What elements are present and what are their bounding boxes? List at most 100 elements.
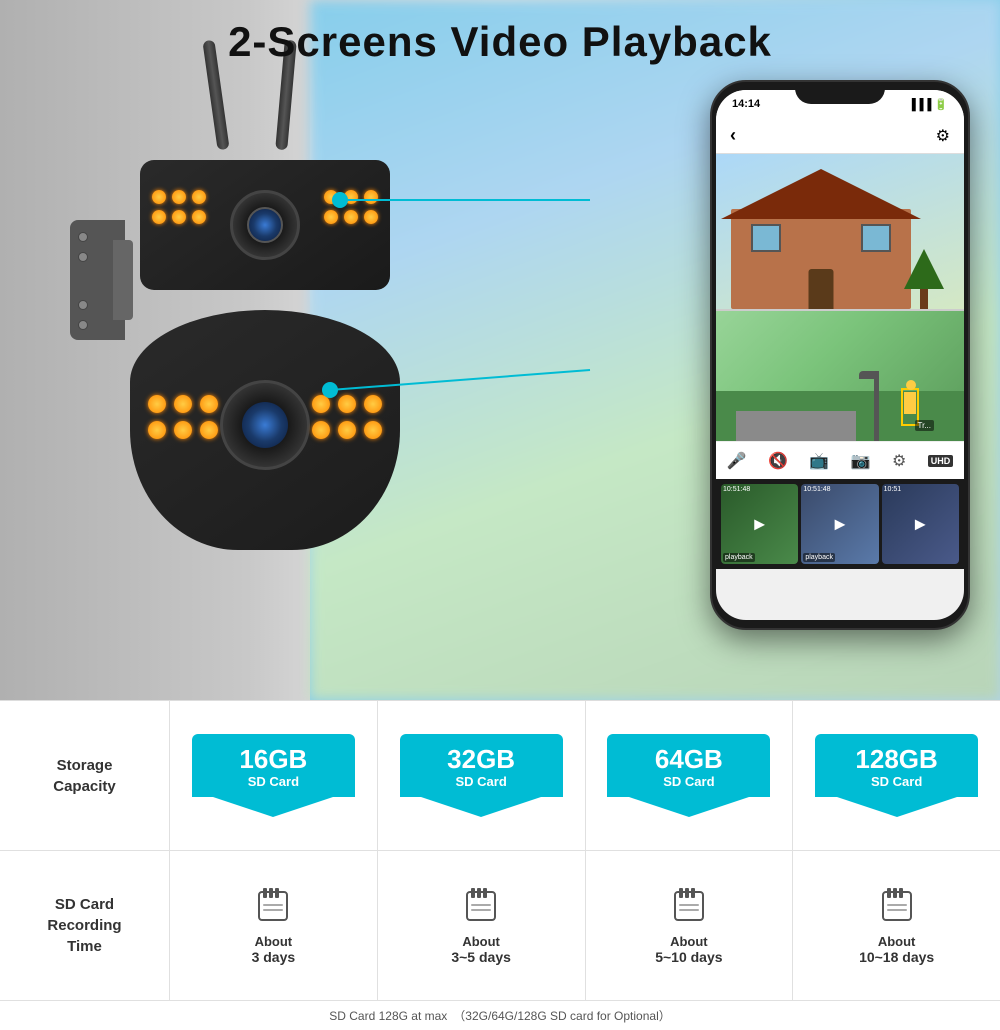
settings-button[interactable]: ⚙ (936, 126, 950, 146)
bottom-left-leds (148, 395, 218, 439)
sd-icon-4 (879, 886, 915, 930)
led-4 (152, 210, 166, 224)
led-b5 (174, 421, 192, 439)
led-10 (324, 210, 338, 224)
speaker-icon[interactable]: 🔇 (768, 451, 788, 471)
info-section: Storage Capacity 16GB SD Card (0, 700, 1000, 1000)
bottom-camera-unit (130, 310, 400, 550)
about-label-3: About (670, 934, 708, 949)
phone-notch (795, 82, 885, 104)
led-b2 (174, 395, 192, 413)
led-2 (172, 190, 186, 204)
storage-badge-32gb: 32GB SD Card (392, 724, 571, 827)
tree-1 (904, 249, 944, 309)
storage-cell-128gb: 128GB SD Card (793, 701, 1000, 850)
led-1 (152, 190, 166, 204)
storage-row: Storage Capacity 16GB SD Card (0, 701, 1000, 851)
phone-status-icons: ▐▐▐ 🔋 (908, 98, 948, 111)
led-8 (344, 190, 358, 204)
led-12 (364, 210, 378, 224)
tracking-label: Tr... (915, 420, 934, 431)
mic-icon[interactable]: 🎤 (727, 451, 747, 471)
house-door (809, 269, 834, 309)
badge-arrow-32gb (421, 797, 541, 817)
street-light-pole (874, 371, 879, 441)
recording-cell-3: About 5~10 days (586, 851, 794, 1000)
badge-body-64gb: 64GB SD Card (607, 734, 770, 797)
top-lens (230, 190, 300, 260)
camera-body (120, 140, 420, 640)
bottom-lens-inner (242, 402, 288, 448)
led-7 (324, 190, 338, 204)
about-label-1: About (255, 934, 293, 949)
storage-cell-16gb: 16GB SD Card (170, 701, 378, 850)
led-b9 (364, 395, 382, 413)
person-head (906, 380, 916, 390)
badge-size-16gb: 16GB (198, 746, 349, 772)
street-light-head (859, 371, 879, 379)
phone-screen: 14:14 ▐▐▐ 🔋 ‹ ⚙ (716, 90, 964, 620)
led-9 (364, 190, 378, 204)
thumbnail-1[interactable]: 10:51:48 playback (721, 484, 798, 564)
led-b12 (364, 421, 382, 439)
led-5 (172, 210, 186, 224)
playback-thumbnails: 10:51:48 playback 10:51:48 playback 10:5… (716, 479, 964, 569)
photo-icon[interactable]: 📷 (851, 451, 871, 471)
thumb-time-1: 10:51:48 (723, 486, 750, 493)
recording-cell-1: About 3 days (170, 851, 378, 1000)
hero-section: 2-Screens Video Playback (0, 0, 1000, 700)
badge-arrow-16gb (213, 797, 333, 817)
led-3 (192, 190, 206, 204)
recording-cells: About 3 days A (170, 851, 1000, 1000)
led-b4 (148, 421, 166, 439)
storage-badge-64gb: 64GB SD Card (599, 724, 778, 827)
led-b7 (312, 395, 330, 413)
recording-row: SD Card Recording Time (0, 851, 1000, 1000)
page-title: 2-Screens Video Playback (0, 18, 1000, 66)
house-window-2 (861, 224, 891, 252)
storage-label: Storage Capacity (0, 701, 170, 850)
camera-feed-top (716, 154, 964, 309)
back-button[interactable]: ‹ (730, 125, 736, 146)
bottom-right-leds (312, 395, 382, 439)
phone-time: 14:14 (732, 98, 760, 110)
led-b8 (338, 395, 356, 413)
house-body (731, 209, 911, 309)
thumb-label-2: playback (803, 553, 835, 562)
badge-label-64gb: SD Card (613, 774, 764, 789)
screw-1 (78, 232, 88, 242)
led-11 (344, 210, 358, 224)
storage-cells: 16GB SD Card 32GB SD Card (170, 701, 1000, 850)
footer-note: SD Card 128G at max （32G/64G/128G SD car… (0, 1000, 1000, 1030)
screw-3 (78, 300, 88, 310)
about-label-4: About (878, 934, 916, 949)
thumbnail-3[interactable]: 10:51 (882, 484, 959, 564)
led-b1 (148, 395, 166, 413)
top-lens-inner (247, 207, 283, 243)
sd-icon-1 (255, 886, 291, 930)
phone-device: 14:14 ▐▐▐ 🔋 ‹ ⚙ (710, 80, 970, 630)
recording-cell-2: About 3~5 days (378, 851, 586, 1000)
screen-icon[interactable]: 📺 (809, 451, 829, 471)
storage-badge-16gb: 16GB SD Card (184, 724, 363, 827)
badge-label-32gb: SD Card (406, 774, 557, 789)
screw-2 (78, 252, 88, 262)
settings-gear-icon[interactable]: ⚙ (892, 451, 906, 471)
top-camera-unit (140, 160, 390, 290)
badge-label-16gb: SD Card (198, 774, 349, 789)
led-b3 (200, 395, 218, 413)
house-window-1 (751, 224, 781, 252)
days-label-2: 3~5 days (451, 949, 511, 965)
thumbnail-2[interactable]: 10:51:48 playback (801, 484, 878, 564)
wall-bracket (70, 220, 125, 340)
led-6 (192, 210, 206, 224)
led-b11 (338, 421, 356, 439)
sd-icon-3 (671, 886, 707, 930)
bottom-lens (220, 380, 310, 470)
days-label-3: 5~10 days (655, 949, 722, 965)
right-leds (324, 190, 378, 224)
badge-body-16gb: 16GB SD Card (192, 734, 355, 797)
badge-size-64gb: 64GB (613, 746, 764, 772)
uhd-badge: UHD (928, 455, 954, 467)
recording-cell-4: About 10~18 days (793, 851, 1000, 1000)
